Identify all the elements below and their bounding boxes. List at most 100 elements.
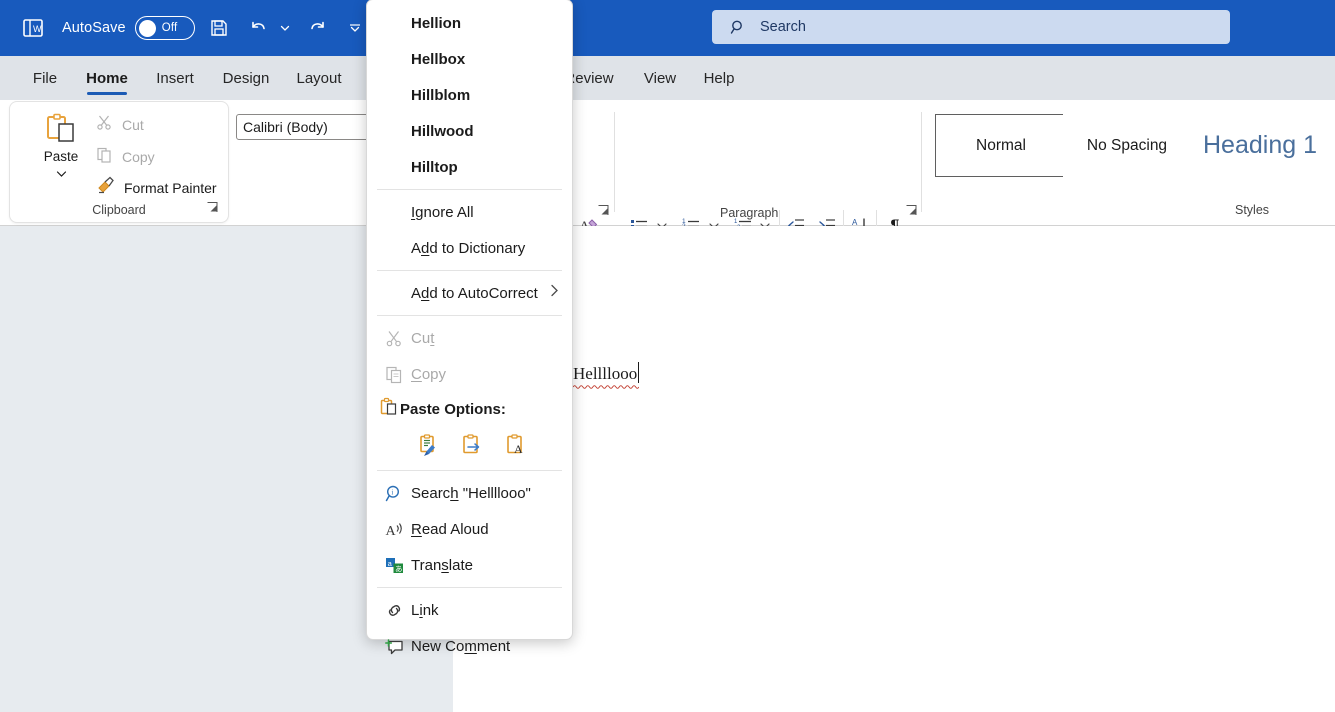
spelling-suggestion-hellion[interactable]: Hellion bbox=[367, 5, 572, 41]
search-placeholder: Search bbox=[760, 19, 806, 35]
paragraph-group-label: Paragraph bbox=[720, 206, 778, 220]
spelling-suggestion-label: Hilltop bbox=[411, 159, 458, 176]
menu-item-ignore-all[interactable]: Ignore All bbox=[367, 194, 572, 230]
tab-view[interactable]: View bbox=[636, 56, 684, 100]
save-icon[interactable] bbox=[203, 12, 235, 44]
spelling-suggestion-hellbox[interactable]: Hellbox bbox=[367, 41, 572, 77]
spelling-suggestion-label: Hellion bbox=[411, 15, 461, 32]
paste-keep-text-only-icon[interactable]: A bbox=[501, 431, 531, 461]
menu-item-search[interactable]: i Search "Hellllooo" bbox=[367, 475, 572, 511]
clipboard-group-label: Clipboard bbox=[10, 203, 228, 217]
undo-icon[interactable] bbox=[243, 12, 275, 44]
paste-options-label: Paste Options: bbox=[400, 401, 506, 418]
submenu-chevron-right-icon bbox=[550, 284, 559, 302]
copy-icon bbox=[96, 146, 113, 168]
translate-icon: aあ bbox=[379, 556, 409, 575]
styles-group-label: Styles bbox=[1235, 203, 1269, 217]
spelling-suggestion-label: Hellbox bbox=[411, 51, 465, 68]
spelling-error-underline bbox=[573, 384, 639, 389]
style-heading-1[interactable]: Heading 1 bbox=[1187, 114, 1333, 177]
tab-file[interactable]: File bbox=[22, 56, 68, 100]
copy-icon bbox=[379, 365, 409, 384]
spelling-suggestion-hillblom[interactable]: Hillblom bbox=[367, 77, 572, 113]
cut-label: Cut bbox=[122, 117, 144, 133]
style-no-spacing[interactable]: No Spacing bbox=[1063, 114, 1191, 177]
context-menu-divider-1 bbox=[377, 189, 562, 190]
menu-item-label-translate: Translate bbox=[411, 557, 473, 574]
paragraph-dialog-box-launcher-icon[interactable] bbox=[905, 204, 919, 218]
search-input[interactable]: Search bbox=[712, 10, 1230, 44]
ribbon-tab-strip: FileHomeInsertDesignLayoutReviewViewHelp bbox=[0, 56, 1335, 100]
menu-item-link[interactable]: Link bbox=[367, 592, 572, 628]
paste-button[interactable]: Paste bbox=[34, 112, 88, 200]
paste-merge-formatting-icon[interactable] bbox=[457, 431, 487, 461]
context-menu-divider-3 bbox=[377, 315, 562, 316]
spelling-context-menu: Hellion Hellbox HillblomHillwood Hilltop Ign… bbox=[366, 0, 573, 640]
menu-item-label-link: Link bbox=[411, 602, 439, 619]
cut-button: Cut bbox=[92, 112, 148, 138]
menu-item-label-ignore-all: Ignore All bbox=[411, 204, 474, 221]
menu-item-add-to-dictionary[interactable]: Add to Dictionary bbox=[367, 230, 572, 266]
document-text[interactable]: Hellllooo bbox=[573, 364, 637, 384]
tab-insert[interactable]: Insert bbox=[148, 56, 202, 100]
tab-design[interactable]: Design bbox=[213, 56, 279, 100]
clipboard-dialog-box-launcher-icon[interactable] bbox=[206, 201, 220, 215]
format-painter-icon bbox=[96, 176, 115, 200]
menu-item-label-add-to-autocorrect: Add to AutoCorrect bbox=[411, 285, 538, 302]
redo-icon[interactable] bbox=[302, 12, 334, 44]
svg-text:i: i bbox=[391, 488, 393, 496]
menu-item-label-add-to-dictionary: Add to Dictionary bbox=[411, 240, 525, 257]
document-page[interactable]: Hellllooo bbox=[453, 226, 1335, 712]
spelling-suggestion-hillwood[interactable]: Hillwood bbox=[367, 113, 572, 149]
tab-home[interactable]: Home bbox=[78, 56, 136, 100]
context-menu-divider-2 bbox=[377, 270, 562, 271]
spelling-suggestion-hilltop[interactable]: Hilltop bbox=[367, 149, 572, 185]
word-logo-icon: W bbox=[18, 13, 48, 43]
paste-keep-source-formatting-icon[interactable] bbox=[413, 431, 443, 461]
svg-text:A: A bbox=[385, 524, 396, 539]
paste-dropdown-chevron-down-icon[interactable] bbox=[56, 165, 67, 183]
tab-help[interactable]: Help bbox=[696, 56, 742, 100]
paste-icon bbox=[379, 397, 398, 421]
document-area: Hellllooo bbox=[0, 226, 1335, 712]
search-smart-lookup-icon: i bbox=[379, 484, 409, 503]
context-menu-divider-4 bbox=[377, 470, 562, 471]
menu-item-label-copy: Copy bbox=[411, 366, 446, 383]
menu-item-label-cut: Cut bbox=[411, 330, 434, 347]
ribbon-group-divider-2 bbox=[921, 112, 922, 212]
menu-item-new-comment[interactable]: New Comment bbox=[367, 628, 572, 664]
autosave-state-label: Off bbox=[162, 22, 178, 34]
font-name-input[interactable]: Calibri (Body) bbox=[236, 114, 371, 140]
context-menu-divider-5 bbox=[377, 587, 562, 588]
scissors-icon bbox=[379, 329, 409, 348]
paste-options-buttons: A bbox=[367, 426, 572, 466]
autosave-toggle-knob bbox=[139, 20, 156, 37]
font-name-value: Calibri (Body) bbox=[243, 119, 328, 135]
svg-text:W: W bbox=[33, 24, 42, 34]
read-aloud-icon: A bbox=[379, 520, 409, 539]
menu-item-read-aloud[interactable]: ARead Aloud bbox=[367, 511, 572, 547]
menu-item-translate[interactable]: aあTranslate bbox=[367, 547, 572, 583]
undo-dropdown-chevron-down-icon[interactable] bbox=[276, 12, 294, 44]
font-dialog-box-launcher-icon[interactable] bbox=[597, 204, 611, 218]
menu-item-add-to-autocorrect[interactable]: Add to AutoCorrect bbox=[367, 275, 572, 311]
new-comment-icon bbox=[379, 637, 409, 656]
menu-item-label-search: Search "Hellllooo" bbox=[411, 485, 531, 502]
word-application-window: W AutoSave Off bbox=[0, 0, 1335, 712]
menu-item-copy: Copy bbox=[367, 356, 572, 392]
customize-quick-access-toolbar-icon[interactable] bbox=[346, 12, 364, 44]
paste-button-label: Paste bbox=[44, 149, 79, 164]
scissors-icon bbox=[96, 114, 113, 136]
tab-layout[interactable]: Layout bbox=[288, 56, 350, 100]
style-normal[interactable]: Normal bbox=[935, 114, 1067, 177]
ribbon-group-divider bbox=[614, 112, 615, 212]
ribbon: Paste Cut bbox=[0, 100, 1335, 226]
format-painter-button[interactable]: Format Painter bbox=[92, 174, 221, 202]
format-painter-label: Format Painter bbox=[124, 180, 217, 196]
copy-label: Copy bbox=[122, 149, 155, 165]
title-bar: W AutoSave Off bbox=[0, 0, 1335, 56]
search-icon bbox=[730, 19, 747, 36]
paste-options-header: Paste Options: bbox=[367, 392, 572, 426]
autosave-toggle[interactable]: Off bbox=[135, 16, 195, 40]
autosave-label: AutoSave bbox=[62, 20, 126, 36]
